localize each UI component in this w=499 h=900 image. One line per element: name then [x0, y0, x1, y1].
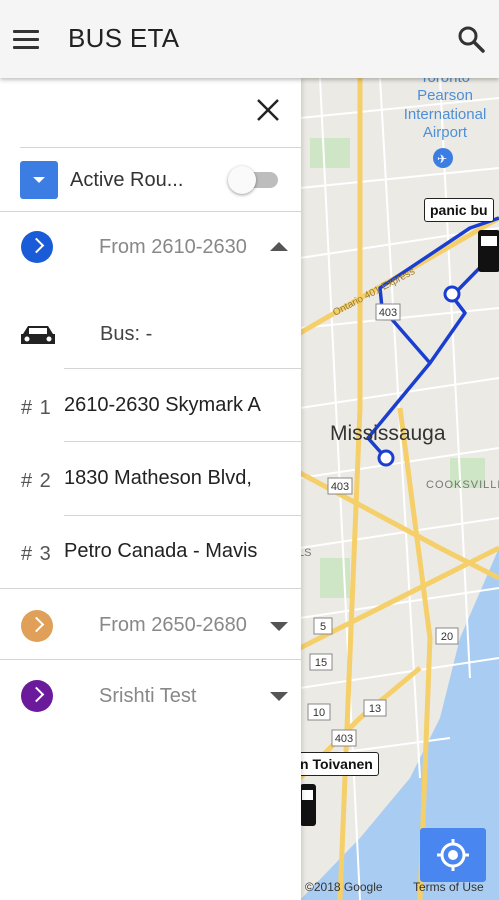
- district-label: COOKSVILLE: [426, 479, 499, 491]
- stop-number: # 2: [21, 470, 52, 492]
- divider: [20, 147, 301, 148]
- terms-link[interactable]: Terms of Use: [413, 880, 484, 894]
- bus-marker-icon: [300, 784, 316, 826]
- chevron-down-icon: [33, 177, 45, 183]
- divider: [64, 515, 301, 516]
- divider: [64, 441, 301, 442]
- svg-text:403: 403: [379, 307, 397, 319]
- city-label: Mississauga: [330, 422, 446, 445]
- svg-text:LS: LS: [300, 547, 311, 559]
- stop-number: # 3: [21, 543, 52, 565]
- bus-marker-icon: [478, 230, 499, 272]
- svg-text:15: 15: [315, 657, 327, 669]
- chevron-up-icon[interactable]: [270, 242, 288, 251]
- chevron-down-icon[interactable]: [270, 692, 288, 701]
- chevron-down-icon[interactable]: [270, 622, 288, 631]
- svg-text:Airport: Airport: [423, 124, 468, 141]
- route-item[interactable]: From 2650-2680: [0, 589, 301, 659]
- active-routes-label: Active Rou...: [70, 169, 184, 191]
- route-item[interactable]: Srishti Test: [0, 660, 301, 730]
- bus-marker-label[interactable]: n Toivanen: [294, 752, 379, 776]
- airport-label: Toronto: [420, 78, 470, 86]
- bus-marker-label[interactable]: panic bu: [424, 198, 494, 222]
- svg-text:International: International: [404, 106, 487, 123]
- highway-label: Ontario 401 Express: [331, 266, 417, 319]
- route-name: Srishti Test: [99, 685, 197, 707]
- route-color-icon: [21, 231, 53, 263]
- route-name: From 2650-2680: [99, 614, 247, 636]
- crosshair-icon: [437, 839, 469, 871]
- svg-text:13: 13: [369, 703, 381, 715]
- route-item[interactable]: From 2610-2630: [0, 212, 301, 282]
- svg-text:5: 5: [320, 621, 326, 633]
- route-color-icon: [21, 680, 53, 712]
- close-icon[interactable]: [252, 94, 284, 126]
- active-routes-toggle[interactable]: [228, 166, 280, 194]
- stop-name[interactable]: 1830 Matheson Blvd,: [64, 467, 280, 490]
- route-name: From 2610-2630: [99, 236, 247, 258]
- svg-text:10: 10: [313, 707, 325, 719]
- svg-text:Pearson: Pearson: [417, 87, 473, 104]
- route-color-icon: [21, 610, 53, 642]
- bus-status: Bus: -: [100, 323, 153, 345]
- stop-name[interactable]: Petro Canada - Mavis: [64, 540, 280, 563]
- svg-text:20: 20: [441, 631, 453, 643]
- active-routes-checkbox[interactable]: [20, 161, 58, 199]
- app-title: BUS ETA: [68, 23, 180, 53]
- search-icon[interactable]: [452, 20, 492, 58]
- svg-text:✈: ✈: [437, 152, 447, 166]
- map-copyright: ©2018 Google: [305, 880, 383, 894]
- bus-icon: [19, 322, 57, 353]
- svg-text:403: 403: [335, 733, 353, 745]
- stop-number: # 1: [21, 397, 52, 419]
- divider: [64, 368, 301, 369]
- menu-icon[interactable]: [8, 22, 44, 56]
- svg-text:403: 403: [331, 481, 349, 493]
- stop-name[interactable]: 2610-2630 Skymark A: [64, 394, 280, 417]
- my-location-button[interactable]: [420, 828, 486, 882]
- app-bar: BUS ETA: [0, 0, 499, 78]
